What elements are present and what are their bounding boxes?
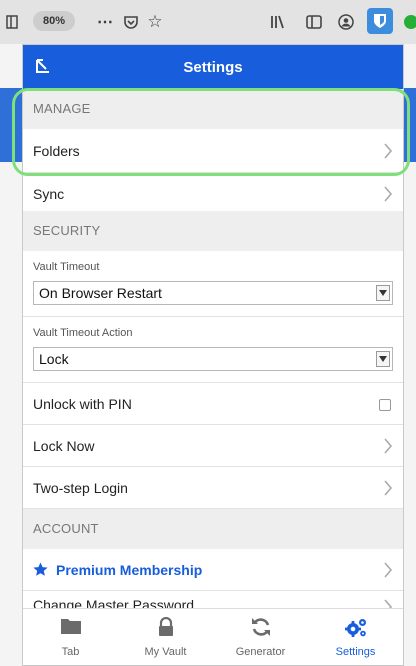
tab-generator[interactable]: Generator [213, 609, 308, 665]
tab-label: My Vault [144, 646, 187, 658]
popout-icon[interactable] [33, 56, 55, 78]
bottom-tab-bar: Tab My Vault Generator Settings [23, 608, 403, 665]
vault-timeout-action-select[interactable]: Lock [33, 347, 393, 371]
folders-row[interactable]: Folders [23, 129, 403, 173]
vault-timeout-select[interactable]: On Browser Restart [33, 281, 393, 305]
vault-timeout-label: Vault Timeout [33, 261, 100, 273]
two-step-login-row[interactable]: Two-step Login [23, 467, 403, 509]
status-dot [404, 15, 416, 29]
chevron-right-icon [384, 480, 393, 496]
tab-label: Generator [235, 646, 286, 658]
chevron-right-icon [384, 438, 393, 454]
two-step-login-label: Two-step Login [33, 480, 128, 496]
section-account: ACCOUNT [23, 509, 403, 549]
vault-timeout-action-row: Vault Timeout Action Lock [23, 317, 403, 383]
vault-timeout-action-label: Vault Timeout Action [33, 327, 133, 339]
page-title: Settings [183, 58, 243, 76]
tab-current[interactable]: Tab [23, 609, 118, 665]
tab-settings[interactable]: Settings [308, 609, 403, 665]
unlock-pin-checkbox[interactable] [379, 399, 391, 411]
tab-label: Settings [335, 646, 376, 658]
sync-row[interactable]: Sync [23, 173, 403, 215]
sidebar-icon[interactable] [304, 11, 324, 33]
sidebar-toggle-icon[interactable] [4, 11, 20, 33]
page-background-left [0, 44, 22, 666]
library-icon[interactable] [268, 11, 288, 33]
section-manage: MANAGE [23, 89, 403, 129]
section-security: SECURITY [23, 211, 403, 251]
page-background-right [404, 44, 416, 666]
vault-timeout-action-value: Lock [39, 351, 69, 367]
select-arrow-icon [376, 351, 390, 367]
chevron-right-icon [384, 143, 393, 159]
star-icon [33, 562, 48, 576]
folder-icon [60, 619, 81, 634]
popup-header: Settings [23, 45, 403, 89]
lock-now-row[interactable]: Lock Now [23, 425, 403, 467]
browser-toolbar: 80% ⋯ ☆ [0, 0, 416, 45]
premium-membership-label: Premium Membership [56, 562, 203, 578]
bitwarden-shield-icon[interactable] [367, 8, 393, 34]
more-icon[interactable]: ⋯ [94, 11, 116, 33]
bitwarden-popup: Settings MANAGE Folders Sync SECURITY Va… [22, 44, 404, 666]
refresh-icon [251, 618, 270, 636]
gears-icon [344, 619, 366, 637]
tab-label: Tab [61, 646, 80, 658]
folders-label: Folders [33, 143, 80, 159]
select-arrow-icon [376, 285, 390, 301]
zoom-level[interactable]: 80% [33, 11, 75, 31]
lock-icon [158, 617, 173, 636]
account-icon[interactable] [336, 11, 356, 33]
sync-label: Sync [33, 186, 65, 202]
vault-timeout-value: On Browser Restart [39, 285, 162, 301]
unlock-pin-row[interactable]: Unlock with PIN [23, 383, 403, 425]
vault-timeout-row: Vault Timeout On Browser Restart [23, 251, 403, 317]
pocket-icon[interactable] [122, 11, 140, 33]
chevron-right-icon [384, 562, 393, 578]
tab-my-vault[interactable]: My Vault [118, 609, 213, 665]
lock-now-label: Lock Now [33, 438, 95, 454]
star-icon[interactable]: ☆ [146, 11, 164, 33]
chevron-right-icon [384, 186, 393, 202]
premium-membership-row[interactable]: Premium Membership [23, 549, 403, 591]
unlock-pin-label: Unlock with PIN [33, 396, 132, 412]
